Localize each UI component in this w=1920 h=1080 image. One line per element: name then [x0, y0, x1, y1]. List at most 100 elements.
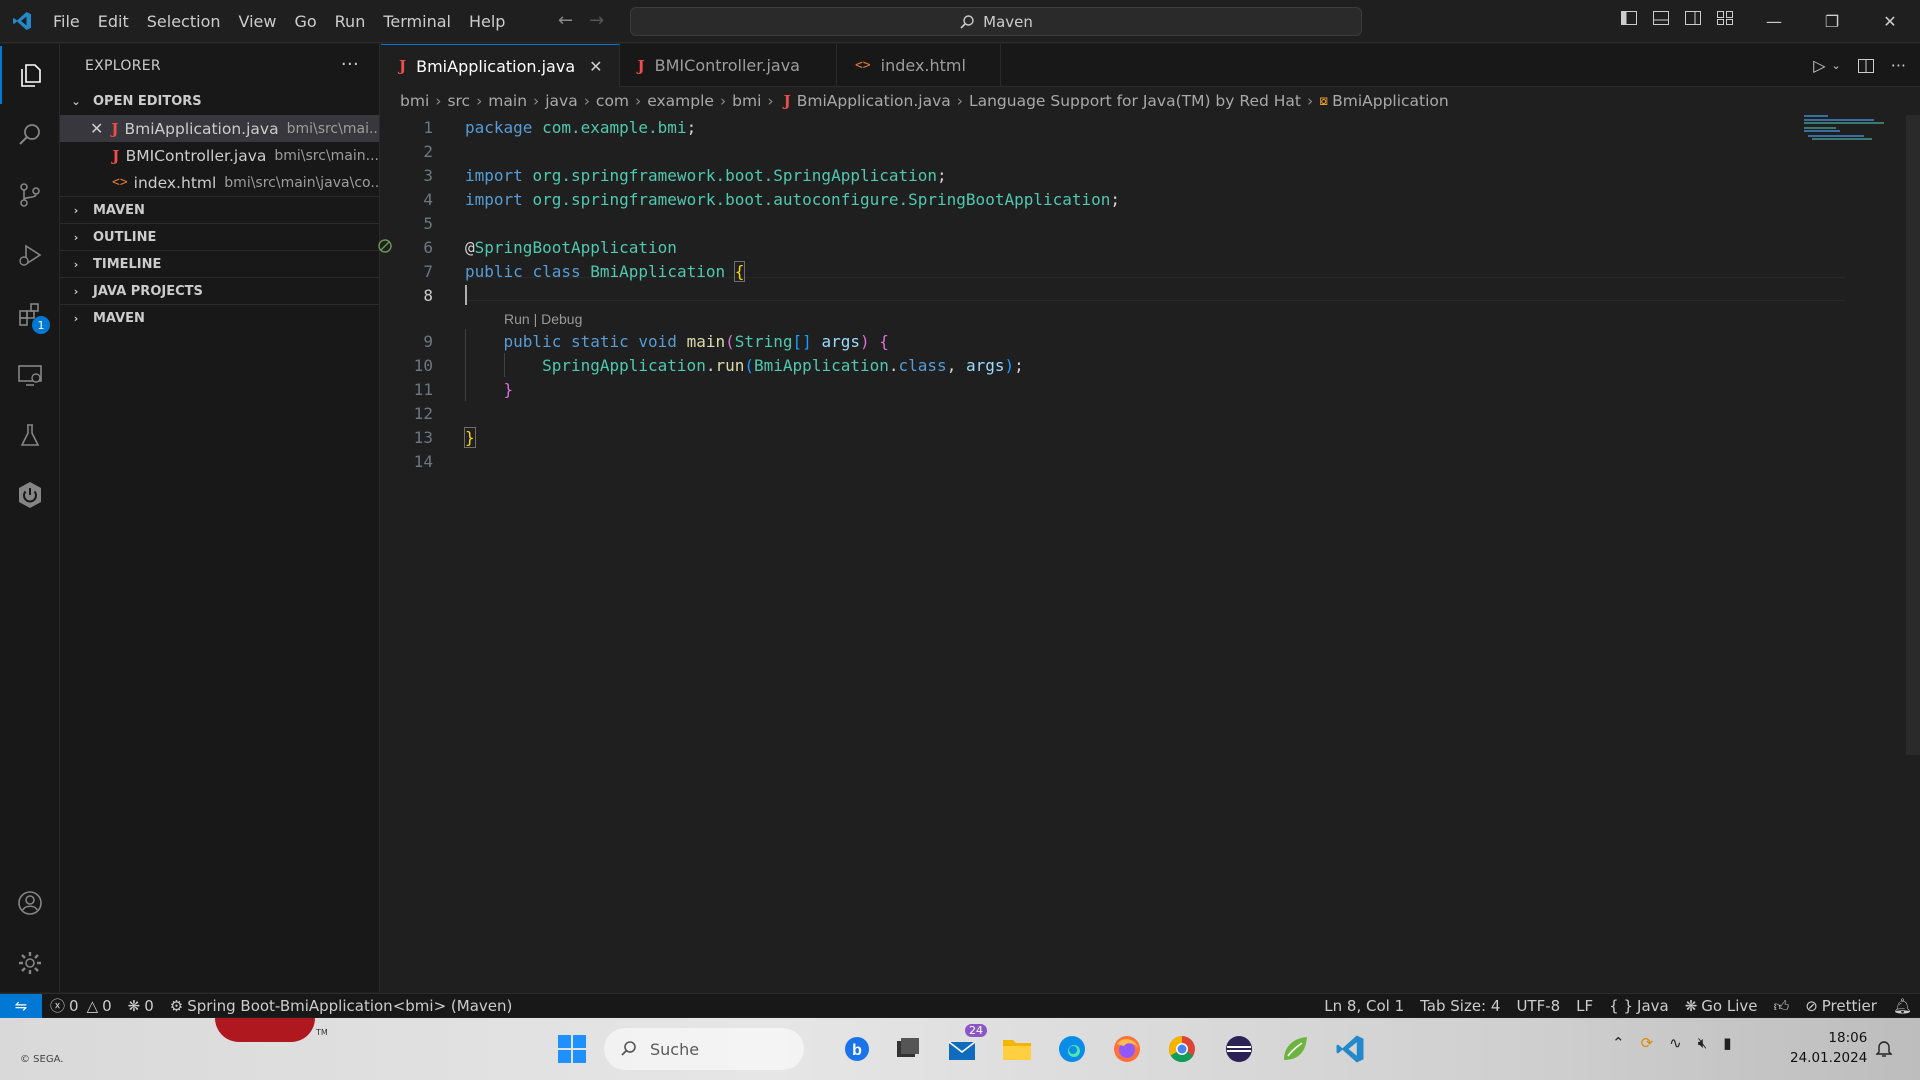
explorer-icon[interactable]: [0, 46, 60, 104]
cursor-position[interactable]: Ln 8, Col 1: [1316, 997, 1412, 1015]
breadcrumb-item[interactable]: example: [647, 92, 714, 110]
notifications-bell-icon[interactable]: 🔔︎: [1885, 997, 1920, 1015]
remote-indicator-icon[interactable]: ⇋: [0, 993, 42, 1018]
accounts-icon[interactable]: [0, 874, 60, 932]
menu-go[interactable]: Go: [285, 0, 325, 43]
back-arrow-icon[interactable]: ←: [558, 10, 573, 31]
mail-icon[interactable]: 24: [945, 1024, 987, 1066]
breadcrumb-item[interactable]: main: [488, 92, 527, 110]
tab-size[interactable]: Tab Size: 4: [1412, 997, 1508, 1015]
menu-edit[interactable]: Edit: [89, 0, 138, 43]
taskbar-clock[interactable]: 18:06 24.01.2024: [1790, 1028, 1867, 1068]
section-outline[interactable]: › OUTLINE: [60, 223, 379, 250]
command-center-search[interactable]: Maven: [630, 7, 1362, 36]
battery-icon[interactable]: ▮: [1723, 1034, 1731, 1052]
task-view-icon[interactable]: [890, 1032, 924, 1066]
minimize-icon[interactable]: —: [1745, 0, 1803, 43]
close-window-icon[interactable]: ✕: [1861, 0, 1919, 43]
spring-boot-dashboard-icon[interactable]: [0, 466, 60, 524]
tab-bmiapplication[interactable]: J BmiApplication.java ✕: [381, 44, 620, 87]
open-editor-item[interactable]: <> index.html bmi\src\main\java\co...: [60, 169, 379, 196]
testing-icon[interactable]: [0, 406, 60, 464]
run-debug-icon[interactable]: [0, 226, 60, 284]
menu-run[interactable]: Run: [326, 0, 375, 43]
toggle-secondary-sidebar-icon[interactable]: [1684, 9, 1702, 27]
toggle-panel-icon[interactable]: [1652, 9, 1670, 27]
java-file-icon: J: [111, 119, 119, 138]
sync-icon[interactable]: ⟳: [1641, 1034, 1654, 1052]
more-actions-icon[interactable]: ···: [341, 54, 359, 75]
open-editor-item[interactable]: J BMIController.java bmi\src\main...: [60, 142, 379, 169]
vertical-scrollbar[interactable]: [1906, 115, 1920, 755]
menu-terminal[interactable]: Terminal: [374, 0, 460, 43]
minimap[interactable]: [1804, 115, 1894, 155]
breadcrumb-item[interactable]: src: [447, 92, 470, 110]
close-tab-icon[interactable]: ✕: [589, 57, 602, 76]
customize-layout-icon[interactable]: [1716, 9, 1734, 27]
extensions-icon[interactable]: 1: [0, 286, 60, 344]
menu-selection[interactable]: Selection: [138, 0, 230, 43]
forward-arrow-icon[interactable]: →: [589, 10, 604, 31]
edge-browser-icon[interactable]: [1055, 1032, 1089, 1066]
end-of-line[interactable]: LF: [1568, 997, 1601, 1015]
keyword: class: [532, 261, 581, 281]
wifi-icon[interactable]: ∿: [1669, 1034, 1682, 1052]
breadcrumb-item[interactable]: BmiApplication.java: [797, 92, 951, 110]
chevron-up-icon[interactable]: ⌃: [1612, 1034, 1625, 1052]
chrome-icon[interactable]: [1165, 1032, 1199, 1066]
open-editor-item[interactable]: ✕ J BmiApplication.java bmi\src\mai...: [60, 115, 379, 142]
section-maven[interactable]: › MAVEN: [60, 196, 379, 223]
search-icon[interactable]: [0, 106, 60, 164]
vscode-taskbar-icon[interactable]: [1333, 1032, 1367, 1066]
volume-muted-icon[interactable]: 🔇︎: [1698, 1034, 1707, 1052]
open-editors-header[interactable]: ⌄ OPEN EDITORS: [60, 88, 379, 115]
ports-indicator[interactable]: ❋ 0: [120, 997, 162, 1015]
spring-tool-suite-icon[interactable]: [1278, 1032, 1312, 1066]
feedback-icon[interactable]: 👍︎: [1766, 997, 1798, 1016]
windows-start-icon[interactable]: [555, 1032, 589, 1066]
split-editor-icon[interactable]: [1857, 57, 1875, 75]
breadcrumb-item[interactable]: bmi: [400, 92, 429, 110]
section-maven[interactable]: › MAVEN: [60, 304, 379, 331]
problems-indicator[interactable]: ⓧ 0 △ 0: [42, 995, 120, 1016]
prettier-status[interactable]: ⊘ Prettier: [1797, 997, 1885, 1015]
run-java-icon[interactable]: ▷: [1813, 56, 1825, 75]
code-line: 7 public class BmiApplication {: [381, 259, 1781, 283]
eclipse-icon[interactable]: [1222, 1032, 1256, 1066]
close-icon[interactable]: ✕: [90, 119, 103, 138]
breadcrumb-item[interactable]: BmiApplication: [1332, 92, 1449, 110]
breadcrumb-item[interactable]: com: [596, 92, 629, 110]
bing-icon[interactable]: b: [840, 1032, 874, 1066]
menu-help[interactable]: Help: [460, 0, 514, 43]
layout-controls: [1620, 9, 1734, 27]
spring-boot-status[interactable]: ⚙ Spring Boot-BmiApplication<bmi> (Maven…: [162, 997, 521, 1015]
spring-bean-gutter-icon[interactable]: [377, 238, 393, 258]
codelens-run-debug[interactable]: Run | Debug: [504, 311, 582, 327]
source-control-icon[interactable]: [0, 166, 60, 224]
status-bar: ⇋ ⓧ 0 △ 0 ❋ 0 ⚙ Spring Boot-BmiApplicati…: [0, 993, 1920, 1018]
breadcrumb-item[interactable]: bmi: [732, 92, 761, 110]
breadcrumb-item[interactable]: java: [545, 92, 577, 110]
file-explorer-icon[interactable]: [1000, 1032, 1034, 1066]
firefox-icon[interactable]: [1110, 1032, 1144, 1066]
tab-label: BmiApplication.java: [416, 56, 576, 76]
settings-gear-icon[interactable]: [0, 934, 60, 992]
tab-bmicontroller[interactable]: J BMIController.java: [620, 44, 837, 87]
breadcrumb-item[interactable]: Language Support for Java(TM) by Red Hat: [969, 92, 1301, 110]
language-mode[interactable]: { } Java: [1601, 997, 1677, 1015]
section-java-projects[interactable]: › JAVA PROJECTS: [60, 277, 379, 304]
menu-view[interactable]: View: [230, 0, 286, 43]
menu-file[interactable]: File: [44, 0, 89, 43]
section-timeline[interactable]: › TIMELINE: [60, 250, 379, 277]
remote-explorer-icon[interactable]: [0, 346, 60, 404]
encoding[interactable]: UTF-8: [1508, 997, 1568, 1015]
tab-index-html[interactable]: <> index.html: [837, 44, 1001, 87]
more-actions-icon[interactable]: ···: [1891, 56, 1906, 75]
notification-icon[interactable]: [1874, 1038, 1894, 1062]
go-live-button[interactable]: ❋ Go Live: [1677, 997, 1766, 1015]
chevron-down-icon[interactable]: ⌄: [1832, 59, 1841, 72]
parameter: args: [821, 331, 860, 351]
restore-icon[interactable]: ❐: [1803, 0, 1861, 43]
toggle-primary-sidebar-icon[interactable]: [1620, 9, 1638, 27]
taskbar-search[interactable]: Suche: [604, 1028, 804, 1070]
